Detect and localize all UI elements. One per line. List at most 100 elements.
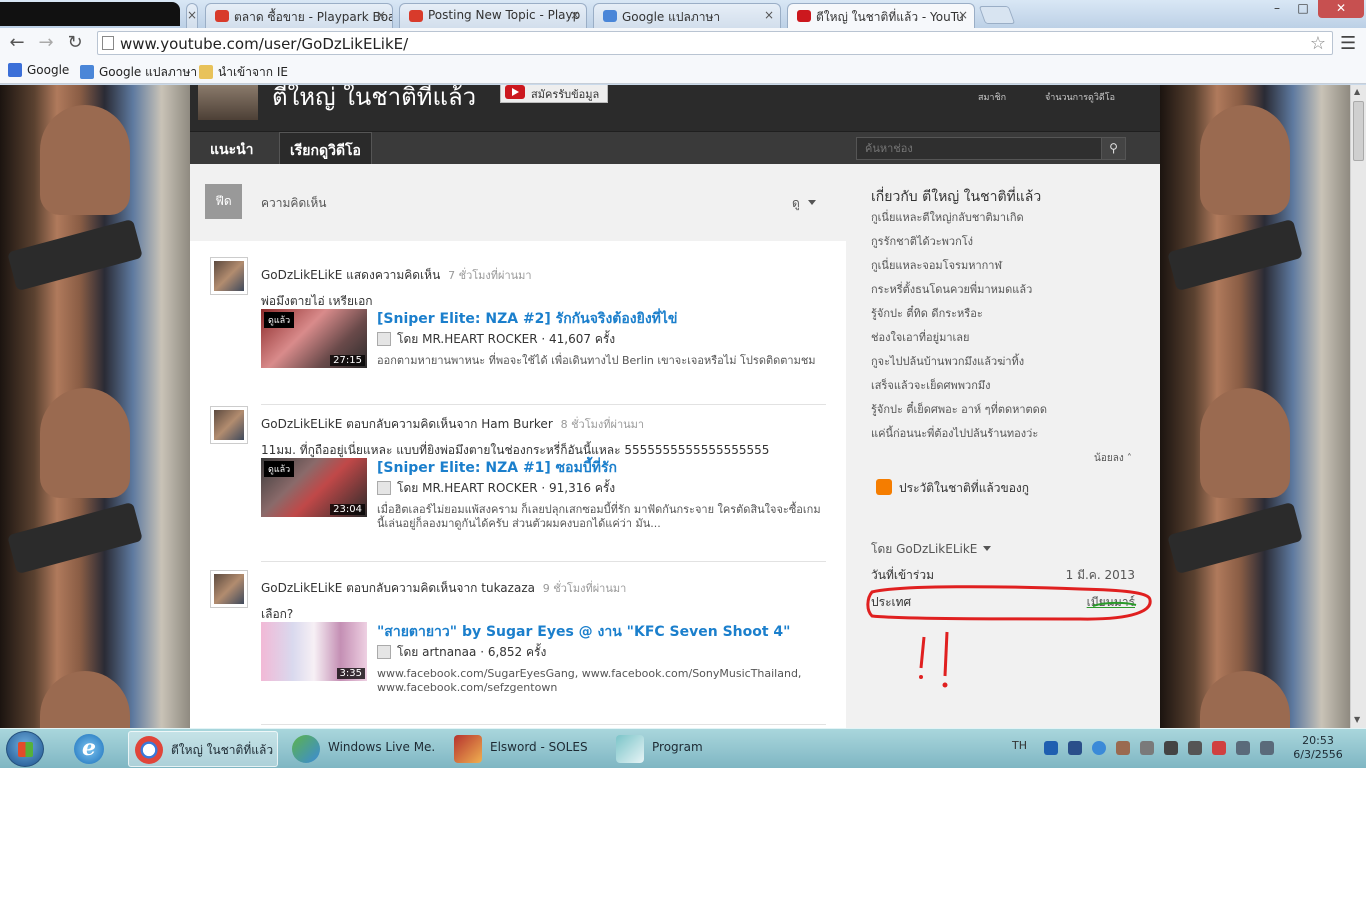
taskbar-app-messenger[interactable]: Windows Live Me...	[286, 731, 436, 767]
redacted-area	[0, 2, 180, 26]
actor-name[interactable]: GoDzLikELikE	[261, 581, 342, 595]
tab-playpark-market[interactable]: ตลาด ซื้อขาย - Playpark Boa ×	[205, 3, 393, 28]
action-text: แสดงความคิดเห็น	[346, 268, 441, 282]
blog-link[interactable]: ประวัติในชาติที่แล้วของกู	[876, 479, 1029, 498]
clock-time: 20:53	[1302, 734, 1334, 747]
video-thumbnail[interactable]: 3:35	[261, 622, 367, 681]
video-byline: โดย artnanaa · 6,852 ครั้ง	[377, 643, 546, 662]
action-center-flag-icon[interactable]	[1212, 741, 1226, 755]
tray-app-icon[interactable]	[1140, 741, 1154, 755]
video-description: ออกตามหายานพาหนะ ที่พอจะใช้ได้ เพื่อเดิน…	[377, 354, 816, 367]
close-window-button[interactable]: ✕	[1318, 0, 1364, 18]
background-photo-tile	[1160, 85, 1350, 368]
back-arrow-icon[interactable]: ←	[6, 32, 28, 54]
tray-app-icon[interactable]	[1164, 741, 1178, 755]
new-tab-button[interactable]	[978, 6, 1016, 24]
close-icon[interactable]: ×	[570, 8, 580, 22]
forward-arrow-icon[interactable]: →	[35, 32, 57, 54]
minimize-button[interactable]: –	[1264, 0, 1290, 18]
divider	[261, 561, 826, 562]
tray-app-icon[interactable]	[1116, 741, 1130, 755]
close-icon[interactable]: ×	[376, 8, 386, 22]
tab-close-redacted[interactable]: ×	[186, 3, 198, 28]
uploader-link[interactable]: MR.HEART ROCKER	[422, 481, 537, 495]
channel-avatar[interactable]	[198, 85, 258, 120]
url-text[interactable]: www.youtube.com/user/GoDzLikELikE/	[120, 35, 408, 53]
maximize-button[interactable]: □	[1290, 0, 1316, 18]
reload-icon[interactable]: ↻	[64, 32, 86, 54]
internet-explorer-icon[interactable]	[74, 734, 104, 764]
language-indicator[interactable]: TH	[1012, 739, 1027, 752]
feed-view-dropdown[interactable]: ดู	[792, 194, 816, 213]
video-title-link[interactable]: [Sniper Elite: NZA #1] ซอมบี้ที่รัก	[377, 457, 617, 479]
feed-badge: ฟีด	[205, 184, 242, 219]
screen: × ตลาด ซื้อขาย - Playpark Boa × Posting …	[0, 0, 1366, 768]
bookmark-google-translate[interactable]: Google แปลภาษา	[80, 63, 197, 82]
taskbar-app-program[interactable]: Program	[610, 731, 760, 767]
country-label: ประเทศ	[871, 595, 912, 609]
system-clock[interactable]: 20:53 6/3/2556	[1290, 734, 1346, 762]
uploader-link[interactable]: artnanaa	[422, 645, 476, 659]
lightning-tray-icon[interactable]	[1092, 741, 1106, 755]
translate-favicon-icon	[603, 10, 617, 22]
network-icon[interactable]	[1236, 741, 1250, 755]
channel-content: ตีใหญ่ ในชาติที่แล้ว สมัครรับข้อมูล สมาช…	[190, 85, 1160, 728]
about-line: รู้จักปะ ตี๋เย็ดศพอะ อาห์ ๆที่ตดหาตดด	[871, 403, 1047, 416]
about-line: กระหรี่ตั้งธนโดนควยพี่มาหมดแล้ว	[871, 283, 1033, 296]
chevron-down-icon	[983, 546, 992, 551]
page-scrollbar[interactable]: ▲ ▼	[1350, 85, 1366, 728]
video-thumbnail[interactable]: ดูแล้ว 27:15	[261, 309, 367, 368]
bookmark-label: Google แปลภาษา	[99, 65, 198, 79]
bookmark-folder-ie[interactable]: นำเข้าจาก IE	[199, 63, 288, 82]
scrollbar-thumb[interactable]	[1353, 101, 1364, 161]
subscribers-label: สมาชิก	[978, 93, 1007, 103]
video-title-link[interactable]: [Sniper Elite: NZA #2] รักกันจริงต้องยิง…	[377, 308, 678, 330]
scroll-up-arrow-icon[interactable]: ▲	[1354, 87, 1360, 96]
tray-app-icon[interactable]	[1068, 741, 1082, 755]
about-line: เสร็จแล้วจะเย็ดศพพวกมึง	[871, 379, 991, 392]
bookmark-google[interactable]: Google	[8, 63, 69, 77]
uploader-link[interactable]: MR.HEART ROCKER	[422, 332, 537, 346]
search-icon[interactable]: ⚲	[1101, 138, 1125, 159]
tab-featured[interactable]: แนะนำ	[200, 132, 264, 165]
by-user-dropdown[interactable]: โดย GoDzLikELikE	[871, 540, 992, 559]
aol-tray-icon[interactable]	[1044, 741, 1058, 755]
feed-filter-label: ความคิดเห็น	[261, 196, 327, 210]
tab-browse-videos[interactable]: เรียกดูวิดีโอ	[279, 132, 372, 165]
channel-search-input[interactable]	[857, 138, 1103, 159]
avatar[interactable]	[210, 406, 248, 444]
tab-youtube-channel[interactable]: ตีใหญ่ ในชาติที่แล้ว - YouTu ×	[787, 3, 975, 28]
avatar[interactable]	[210, 257, 248, 295]
google-icon	[8, 63, 22, 77]
tab-posting-topic[interactable]: Posting New Topic - Playp ×	[399, 3, 587, 28]
close-icon[interactable]: ×	[958, 8, 968, 22]
close-icon[interactable]: ×	[187, 8, 197, 22]
speaker-tray-icon[interactable]	[1188, 741, 1202, 755]
elsword-icon	[454, 735, 482, 763]
show-less-link[interactable]: น้อยลง ˄	[1094, 451, 1132, 466]
divider	[261, 724, 826, 725]
taskbar-app-elsword[interactable]: Elsword - SOLES	[448, 731, 603, 767]
channel-header: ตีใหญ่ ในชาติที่แล้ว สมัครรับข้อมูล สมาช…	[190, 85, 1160, 131]
actor-name[interactable]: GoDzLikELikE	[261, 268, 342, 282]
bookmark-star-icon[interactable]: ☆	[1310, 33, 1326, 54]
blog-label: ประวัติในชาติที่แล้วของกู	[899, 481, 1030, 495]
avatar[interactable]	[210, 570, 248, 608]
start-button[interactable]	[6, 731, 44, 767]
tab-google-translate[interactable]: Google แปลภาษา ×	[593, 3, 781, 28]
scroll-down-arrow-icon[interactable]: ▼	[1354, 715, 1360, 724]
video-thumbnail[interactable]: ดูแล้ว 23:04	[261, 458, 367, 517]
windows-taskbar: ตีใหญ่ ในชาติที่แล้ว ... Windows Live Me…	[0, 728, 1366, 768]
tab-label: Google แปลภาษา	[622, 10, 721, 24]
subscribe-button[interactable]: สมัครรับข้อมูล	[500, 85, 609, 103]
about-line: กูเนี่ยแหละจอมโจรมหากาฬ	[871, 259, 1002, 272]
address-bar[interactable]: www.youtube.com/user/GoDzLikELikE/ ☆	[97, 31, 1333, 55]
clock-date: 6/3/2556	[1293, 748, 1343, 761]
uploader-avatar	[377, 645, 391, 659]
video-title-link[interactable]: "สายตายาว" by Sugar Eyes @ งาน "KFC Seve…	[377, 621, 790, 643]
volume-icon[interactable]	[1260, 741, 1274, 755]
taskbar-app-chrome[interactable]: ตีใหญ่ ในชาติที่แล้ว ...	[128, 731, 278, 767]
close-icon[interactable]: ×	[764, 8, 774, 22]
wrench-menu-icon[interactable]: ☰	[1340, 33, 1356, 54]
actor-name[interactable]: GoDzLikELikE	[261, 417, 342, 431]
